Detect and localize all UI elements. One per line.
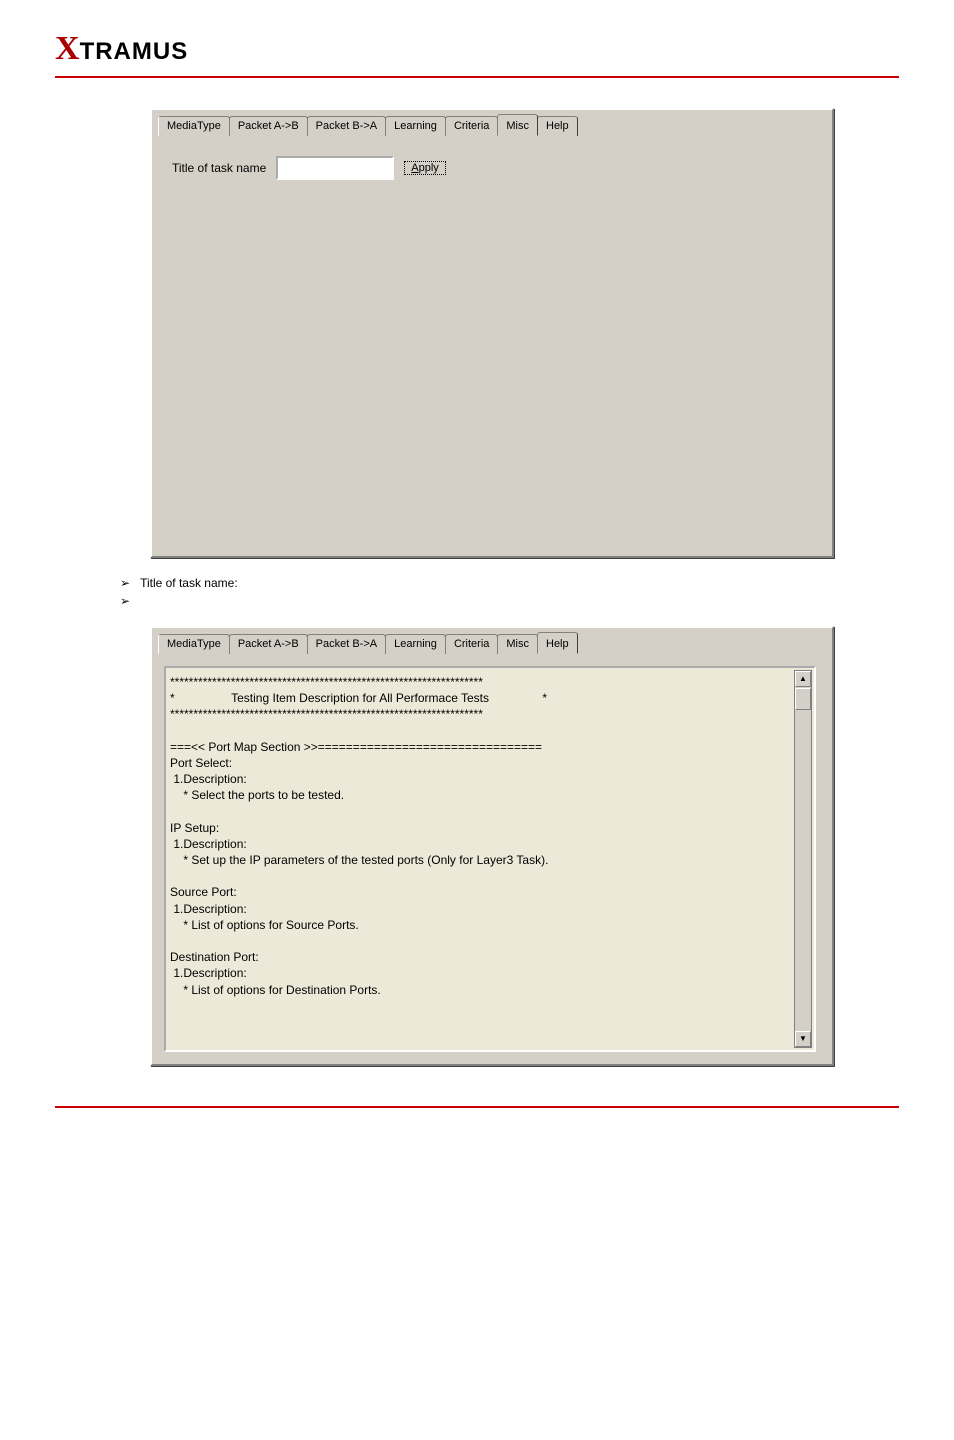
- tab-learning[interactable]: Learning: [385, 116, 446, 136]
- apply-rest: pply: [419, 162, 439, 174]
- tab-mediatype[interactable]: MediaType: [158, 116, 230, 136]
- tab-packet-b-a[interactable]: Packet B->A: [307, 116, 386, 136]
- bullet-list: ➢ Title of task name: Set the name of th…: [120, 576, 899, 608]
- scroll-thumb[interactable]: [795, 688, 811, 710]
- tab-misc[interactable]: Misc: [497, 634, 538, 654]
- bullet1-label: Title of task name:: [140, 576, 238, 590]
- scroll-up-icon[interactable]: ▲: [795, 671, 811, 687]
- tab-packet-a-b[interactable]: Packet A->B: [229, 116, 308, 136]
- bullet-icon: ➢: [120, 594, 130, 608]
- apply-mnemonic: A: [411, 162, 418, 174]
- bullet-icon: ➢: [120, 576, 130, 590]
- dialog-panel-misc: MediaType Packet A->B Packet B->A Learni…: [150, 108, 834, 558]
- header-divider: [55, 76, 899, 78]
- bullet1-text: Set the name of the task.: [248, 576, 381, 590]
- help-textarea[interactable]: ****************************************…: [164, 666, 816, 1052]
- tab-bar: MediaType Packet A->B Packet B->A Learni…: [152, 110, 832, 136]
- scrollbar[interactable]: ▲ ▼: [794, 670, 812, 1048]
- tab-help[interactable]: Help: [537, 632, 578, 654]
- misc-tab-body: Title of task name Apply: [152, 136, 832, 556]
- logo-x: X: [55, 30, 80, 68]
- tab-packet-a-b[interactable]: Packet A->B: [229, 634, 308, 654]
- brand-logo: X TRAMUS: [55, 30, 899, 68]
- apply-button[interactable]: Apply: [404, 161, 446, 175]
- bullet2-text: Apply the settings.: [183, 594, 281, 608]
- dialog-panel-help: MediaType Packet A->B Packet B->A Learni…: [150, 626, 834, 1066]
- scroll-down-icon[interactable]: ▼: [795, 1031, 811, 1047]
- tab-mediatype[interactable]: MediaType: [158, 634, 230, 654]
- bullet2-label: Apply:: [140, 594, 173, 608]
- tab-learning[interactable]: Learning: [385, 634, 446, 654]
- tab-criteria[interactable]: Criteria: [445, 634, 498, 654]
- tab-bar: MediaType Packet A->B Packet B->A Learni…: [152, 628, 832, 654]
- tab-criteria[interactable]: Criteria: [445, 116, 498, 136]
- tab-packet-b-a[interactable]: Packet B->A: [307, 634, 386, 654]
- title-label: Title of task name: [172, 161, 266, 175]
- help-tab-body: ****************************************…: [152, 654, 832, 1064]
- logo-rest: TRAMUS: [80, 38, 189, 66]
- footer-divider: [55, 1106, 899, 1108]
- help-text-content: ****************************************…: [170, 674, 810, 998]
- tab-misc[interactable]: Misc: [497, 114, 538, 136]
- title-input[interactable]: [276, 156, 394, 180]
- tab-help[interactable]: Help: [537, 116, 578, 136]
